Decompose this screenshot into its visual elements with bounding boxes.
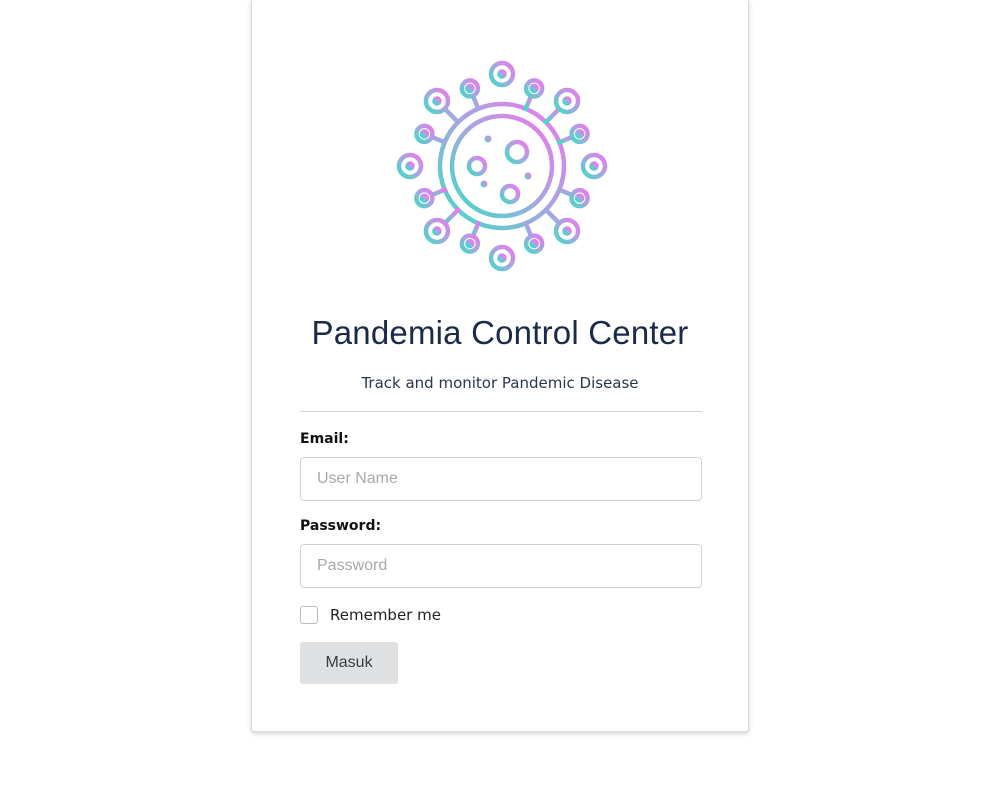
password-label: Password: [300, 518, 382, 534]
page-title: Pandemia Control Center [311, 314, 689, 351]
page-subtitle: Track and monitor Pandemic Disease [361, 374, 639, 392]
email-field[interactable] [300, 457, 702, 501]
login-button[interactable]: Masuk [300, 642, 398, 684]
virus-icon [396, 60, 608, 272]
email-label: Email: [300, 431, 349, 447]
password-field[interactable] [300, 544, 702, 588]
remember-me-checkbox[interactable] [300, 606, 318, 624]
remember-me-label: Remember me [330, 606, 441, 624]
login-card: Pandemia Control Center Track and monito… [251, 0, 749, 732]
divider [300, 411, 702, 412]
remember-me-row[interactable]: Remember me [300, 604, 441, 626]
